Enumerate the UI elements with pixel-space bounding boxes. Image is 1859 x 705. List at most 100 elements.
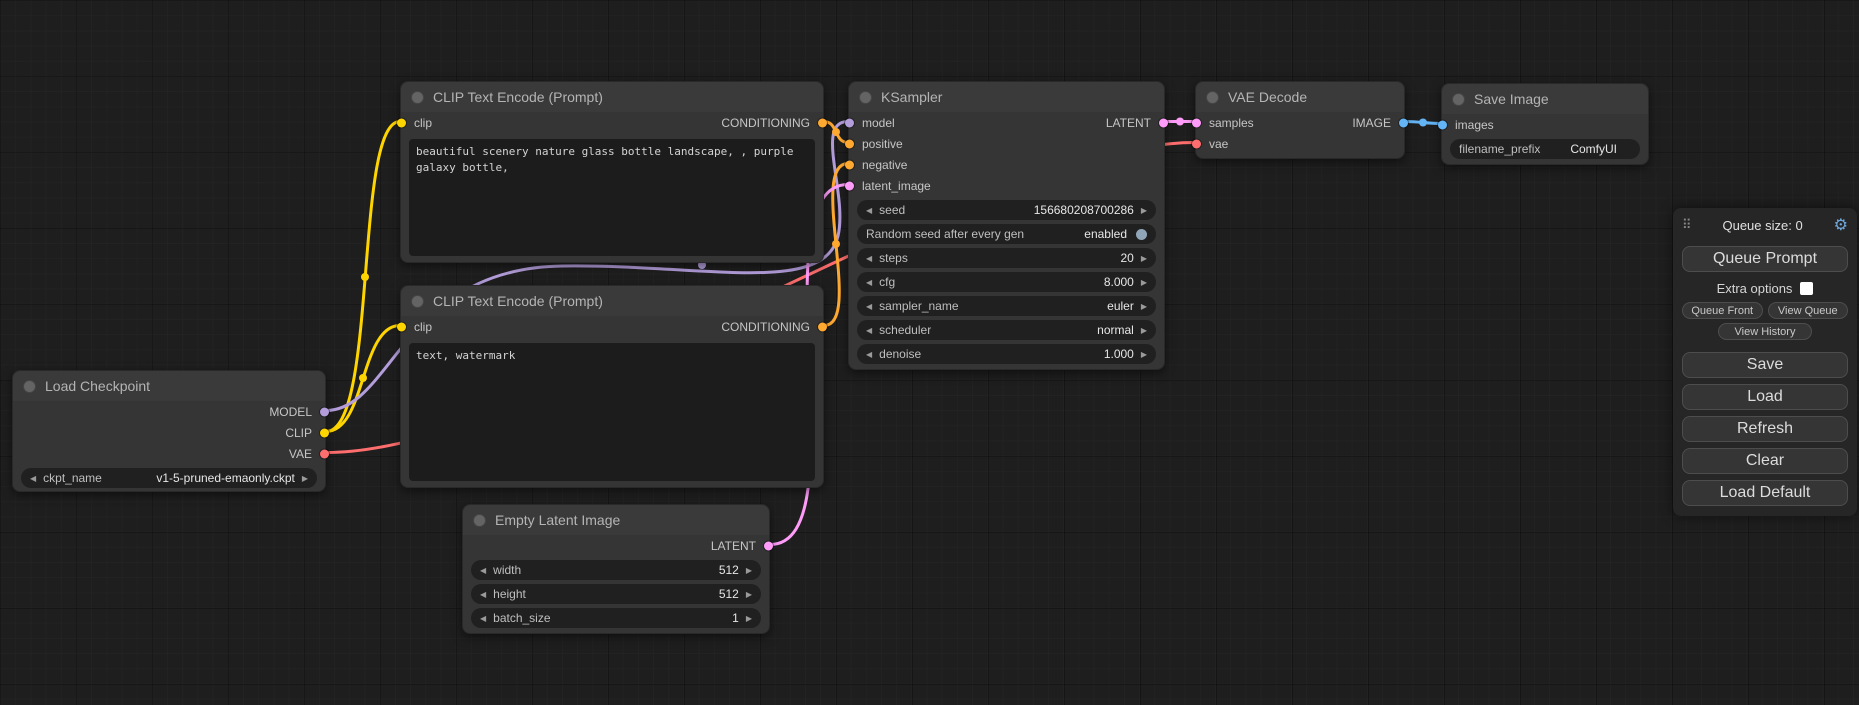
node-clip-text-encode-positive[interactable]: CLIP Text Encode (Prompt) clip CONDITION… (400, 81, 824, 263)
decrement-icon[interactable]: ◀ (480, 590, 486, 599)
node-empty-latent-image[interactable]: Empty Latent Image LATENT ◀ width 512 ▶ … (462, 504, 770, 634)
node-title: VAE Decode (1228, 89, 1307, 105)
widget-name: scheduler (879, 323, 931, 337)
negative-input-port[interactable] (845, 160, 854, 169)
link-midpoint-dot (1176, 118, 1184, 126)
input-label: negative (862, 158, 907, 172)
decrement-icon[interactable]: ◀ (866, 350, 872, 359)
vae-input-port[interactable] (1192, 139, 1201, 148)
height-widget[interactable]: ◀ height 512 ▶ (471, 584, 761, 604)
samples-input-port[interactable] (1192, 118, 1201, 127)
decrement-icon[interactable]: ◀ (866, 278, 872, 287)
node-header[interactable]: Empty Latent Image (463, 505, 769, 535)
increment-icon[interactable]: ▶ (302, 474, 308, 483)
prompt-textarea[interactable]: beautiful scenery nature glass bottle la… (409, 139, 815, 256)
toggle-knob-icon[interactable] (1136, 229, 1147, 240)
node-save-image[interactable]: Save Image images filename_prefix ComfyU… (1441, 83, 1649, 165)
latent-image-input-port[interactable] (845, 181, 854, 190)
node-header[interactable]: Save Image (1442, 84, 1648, 114)
decrement-icon[interactable]: ◀ (480, 566, 486, 575)
decrement-icon[interactable]: ◀ (866, 326, 872, 335)
collapse-dot-icon[interactable] (411, 295, 424, 308)
graph-canvas[interactable]: Load Checkpoint MODEL CLIP VAE ◀ ckpt_na… (0, 0, 1859, 705)
decrement-icon[interactable]: ◀ (866, 254, 872, 263)
increment-icon[interactable]: ▶ (1141, 206, 1147, 215)
images-input-port[interactable] (1438, 120, 1447, 129)
denoise-widget[interactable]: ◀ denoise 1.000 ▶ (857, 344, 1156, 364)
link-conditioning-to-negative (824, 164, 848, 326)
latent-output-port[interactable] (1159, 118, 1168, 127)
model-input-port[interactable] (845, 118, 854, 127)
image-output-port[interactable] (1399, 118, 1408, 127)
collapse-dot-icon[interactable] (23, 380, 36, 393)
random-seed-toggle-widget[interactable]: Random seed after every gen enabled (857, 224, 1156, 244)
node-header[interactable]: Load Checkpoint (13, 371, 325, 401)
link-clip-to-positive-prompt (326, 122, 400, 432)
node-header[interactable]: KSampler (849, 82, 1164, 112)
save-button[interactable]: Save (1682, 352, 1848, 378)
scheduler-widget[interactable]: ◀ scheduler normal ▶ (857, 320, 1156, 340)
model-output-port[interactable] (320, 407, 329, 416)
conditioning-output-port[interactable] (818, 118, 827, 127)
collapse-dot-icon[interactable] (1206, 91, 1219, 104)
decrement-icon[interactable]: ◀ (866, 206, 872, 215)
increment-icon[interactable]: ▶ (1141, 326, 1147, 335)
filename-prefix-widget[interactable]: filename_prefix ComfyUI (1450, 139, 1640, 159)
queue-front-button[interactable]: Queue Front (1682, 302, 1763, 319)
clear-button[interactable]: Clear (1682, 448, 1848, 474)
batch-size-widget[interactable]: ◀ batch_size 1 ▶ (471, 608, 761, 628)
collapse-dot-icon[interactable] (859, 91, 872, 104)
node-clip-text-encode-negative[interactable]: CLIP Text Encode (Prompt) clip CONDITION… (400, 285, 824, 488)
cfg-widget[interactable]: ◀ cfg 8.000 ▶ (857, 272, 1156, 292)
load-button[interactable]: Load (1682, 384, 1848, 410)
refresh-button[interactable]: Refresh (1682, 416, 1848, 442)
link-image-to-saveimage (1405, 122, 1441, 124)
prompt-textarea[interactable]: text, watermark (409, 343, 815, 481)
increment-icon[interactable]: ▶ (1141, 302, 1147, 311)
link-midpoint-dot (361, 273, 369, 281)
increment-icon[interactable]: ▶ (1141, 350, 1147, 359)
collapse-dot-icon[interactable] (473, 514, 486, 527)
collapse-dot-icon[interactable] (1452, 93, 1465, 106)
queue-prompt-button[interactable]: Queue Prompt (1682, 246, 1848, 272)
drag-handle-icon[interactable]: ⠿ (1682, 217, 1692, 233)
decrement-icon[interactable]: ◀ (30, 474, 36, 483)
latent-output-port[interactable] (764, 541, 773, 550)
node-header[interactable]: CLIP Text Encode (Prompt) (401, 286, 823, 316)
clip-input-port[interactable] (397, 118, 406, 127)
view-queue-button[interactable]: View Queue (1768, 302, 1849, 319)
steps-widget[interactable]: ◀ steps 20 ▶ (857, 248, 1156, 268)
increment-icon[interactable]: ▶ (1141, 254, 1147, 263)
view-history-button[interactable]: View History (1718, 323, 1813, 340)
load-default-button[interactable]: Load Default (1682, 480, 1848, 506)
decrement-icon[interactable]: ◀ (480, 614, 486, 623)
seed-widget[interactable]: ◀ seed 156680208700286 ▶ (857, 200, 1156, 220)
increment-icon[interactable]: ▶ (746, 614, 752, 623)
positive-input-port[interactable] (845, 139, 854, 148)
node-header[interactable]: CLIP Text Encode (Prompt) (401, 82, 823, 112)
widget-value: 156680208700286 (1034, 203, 1134, 217)
width-widget[interactable]: ◀ width 512 ▶ (471, 560, 761, 580)
increment-icon[interactable]: ▶ (746, 566, 752, 575)
input-label: model (862, 116, 895, 130)
gear-icon[interactable]: ⚙ (1834, 215, 1848, 235)
node-title: CLIP Text Encode (Prompt) (433, 293, 603, 309)
conditioning-output-port[interactable] (818, 322, 827, 331)
widget-value: ComfyUI (1570, 142, 1631, 156)
clip-output-port[interactable] (320, 428, 329, 437)
widget-name: batch_size (493, 611, 550, 625)
clip-input-port[interactable] (397, 322, 406, 331)
node-ksampler[interactable]: KSampler model LATENT positive negative … (848, 81, 1165, 370)
increment-icon[interactable]: ▶ (746, 590, 752, 599)
collapse-dot-icon[interactable] (411, 91, 424, 104)
widget-name: ckpt_name (43, 471, 102, 485)
sampler-name-widget[interactable]: ◀ sampler_name euler ▶ (857, 296, 1156, 316)
extra-options-checkbox[interactable] (1800, 282, 1813, 295)
node-vae-decode[interactable]: VAE Decode samples IMAGE vae (1195, 81, 1405, 159)
decrement-icon[interactable]: ◀ (866, 302, 872, 311)
increment-icon[interactable]: ▶ (1141, 278, 1147, 287)
ckpt-name-widget[interactable]: ◀ ckpt_name v1-5-pruned-emaonly.ckpt ▶ (21, 468, 317, 488)
node-load-checkpoint[interactable]: Load Checkpoint MODEL CLIP VAE ◀ ckpt_na… (12, 370, 326, 492)
node-header[interactable]: VAE Decode (1196, 82, 1404, 112)
vae-output-port[interactable] (320, 449, 329, 458)
